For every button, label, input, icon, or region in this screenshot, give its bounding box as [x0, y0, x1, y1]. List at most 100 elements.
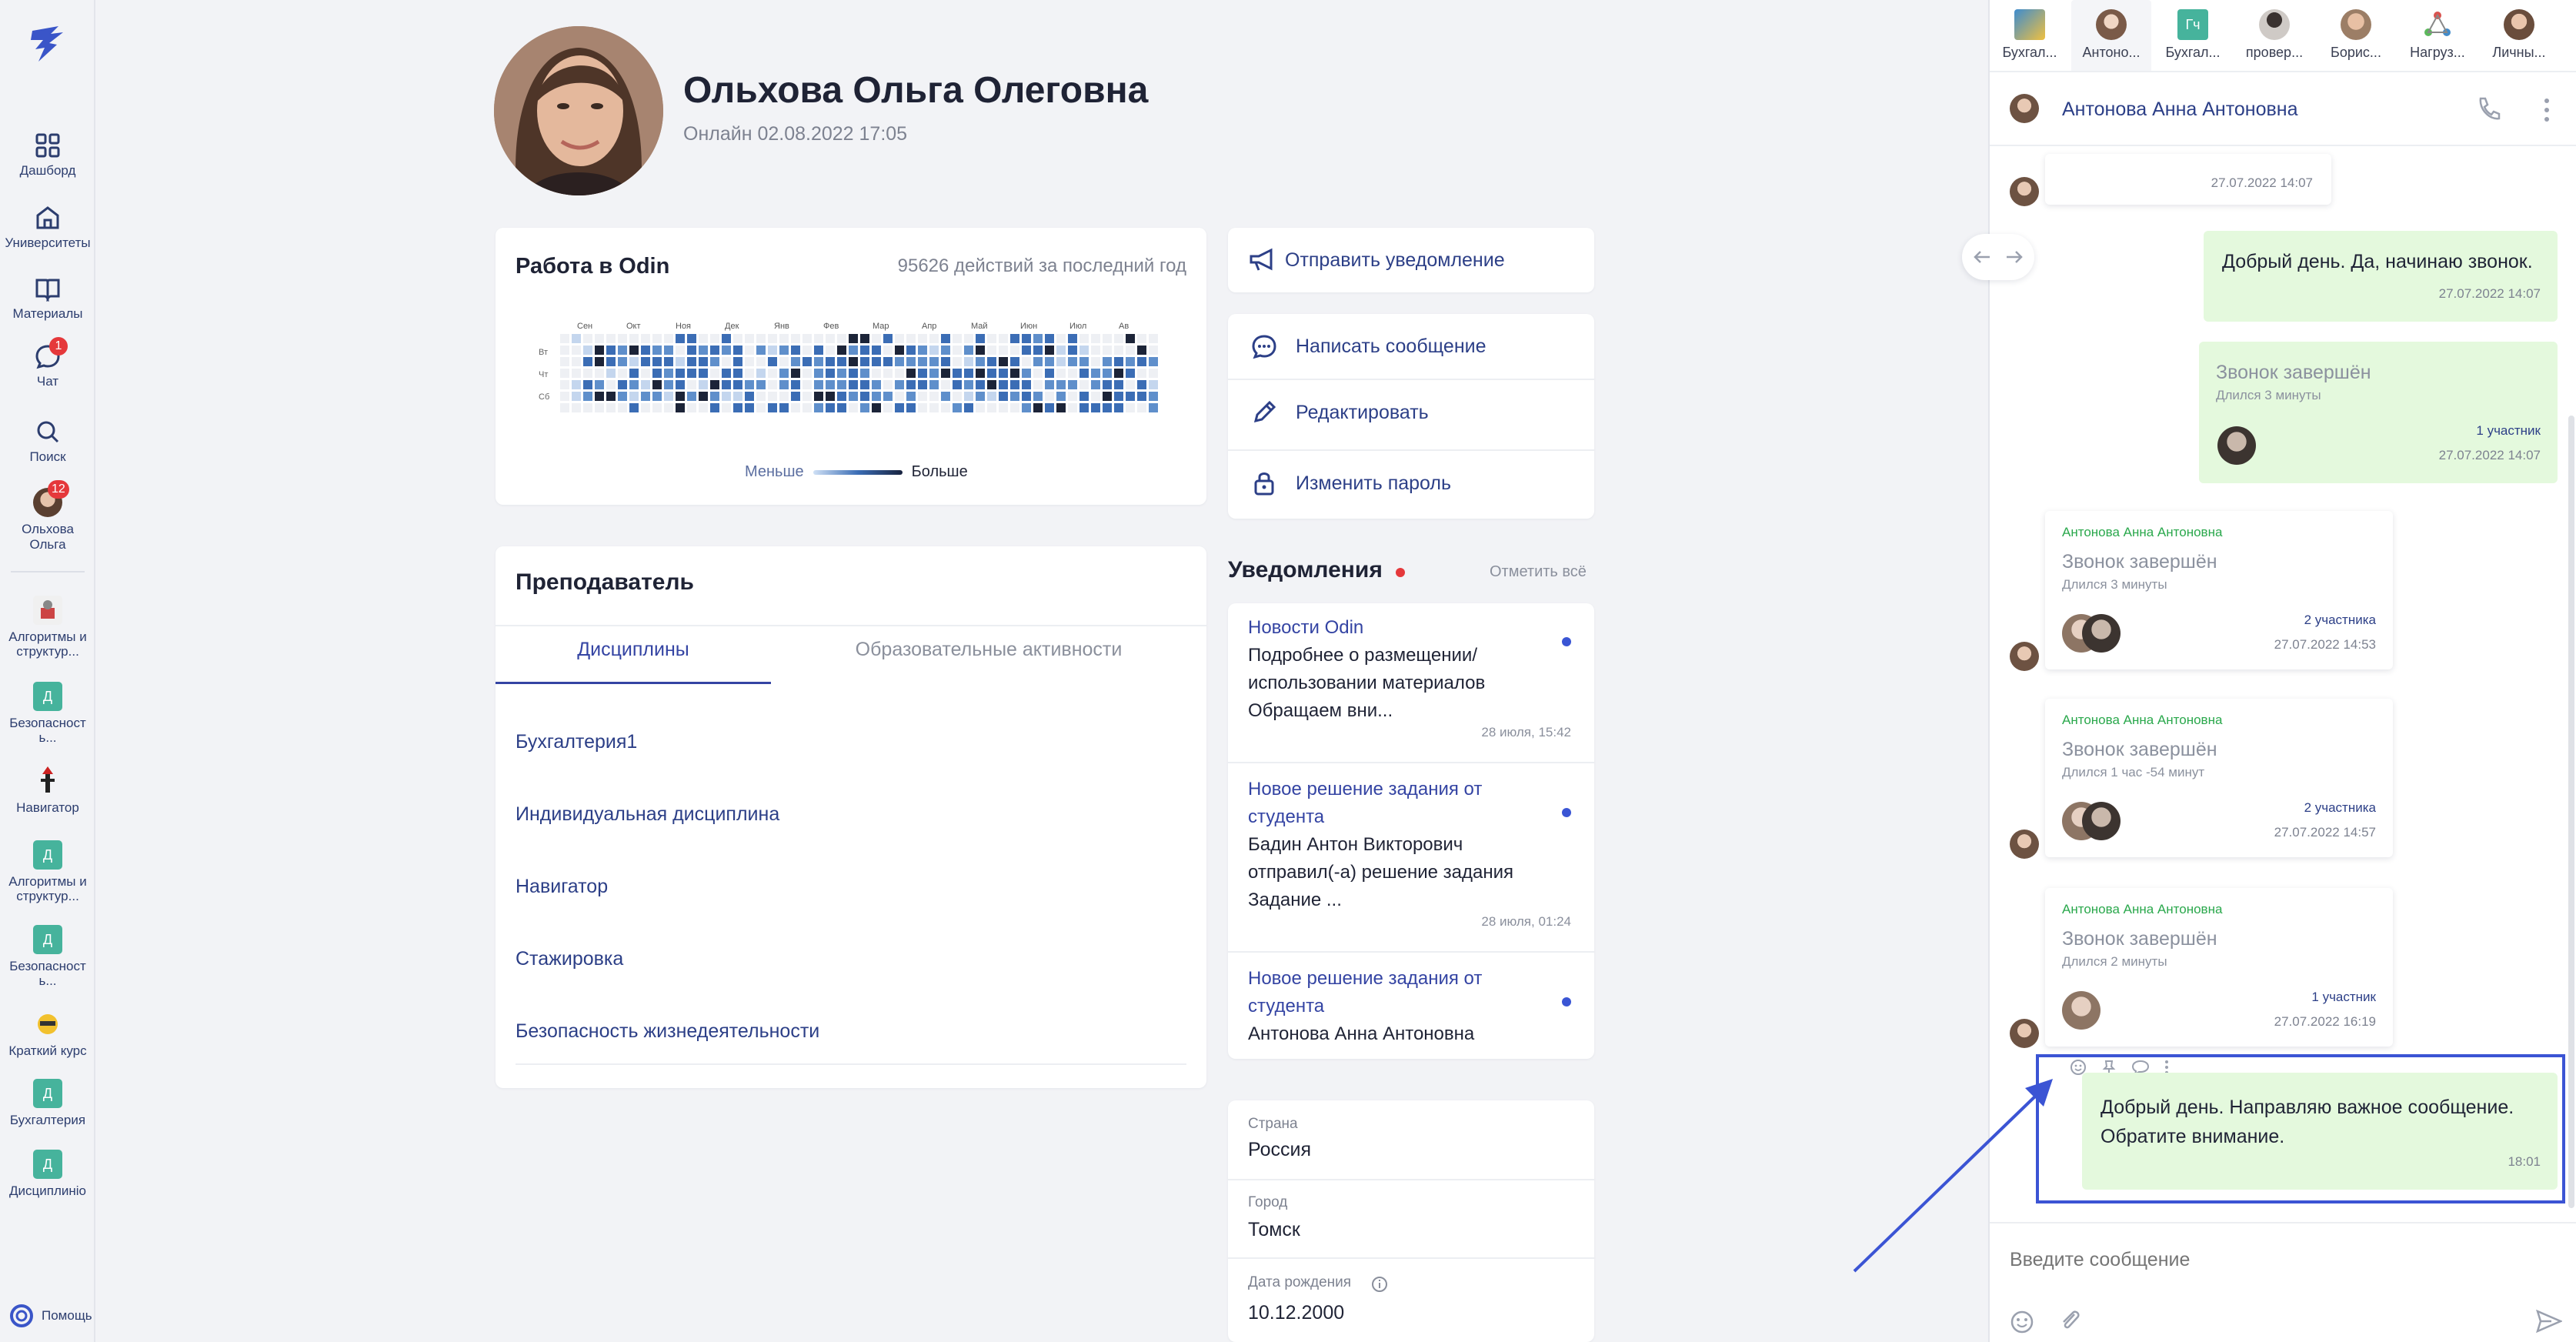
arrow-right-icon[interactable] [2005, 249, 2024, 265]
message-bubble[interactable]: Добрый день. Направляю важное сообщение.… [2082, 1073, 2558, 1190]
sidebar: Дашборд Университеты Материалы Чат 1 Пои… [0, 0, 95, 1342]
heatmap-cell [710, 346, 719, 355]
heatmap-cell [987, 346, 996, 355]
notification-time: 28 июля, 01:24 [1481, 914, 1571, 929]
heatmap-cell [987, 369, 996, 378]
chat-tab[interactable]: Гч Бухгал... [2153, 9, 2233, 61]
edit-button[interactable]: Редактировать [1228, 380, 1591, 445]
emoji-icon[interactable] [2010, 1310, 2034, 1334]
heatmap-cell [964, 334, 973, 343]
heatmap-cell [1091, 392, 1100, 401]
sidebar-item-chat[interactable]: Чат 1 [0, 337, 95, 389]
profile-actions-card: Написать сообщение Редактировать Изменит… [1228, 314, 1594, 519]
change-password-button[interactable]: Изменить пароль [1228, 451, 1591, 516]
heatmap-cell [814, 334, 823, 343]
heatmap-cell [802, 403, 812, 412]
chat-tab[interactable]: Нагруз... [2397, 9, 2478, 61]
logo-icon[interactable] [28, 23, 68, 66]
info-icon[interactable] [1371, 1276, 1388, 1293]
heatmap-cell [745, 369, 754, 378]
heatmap-cell [1149, 380, 1158, 389]
call-message[interactable]: Звонок завершён Длился 3 минуты 1 участн… [2199, 342, 2558, 483]
heatmap-cell [1091, 334, 1100, 343]
sidebar-course[interactable]: Д Дисциплинiо [0, 1150, 95, 1198]
heatmap-cell [1045, 334, 1054, 343]
sidebar-course[interactable]: Д Бухгалтерия [0, 1079, 95, 1127]
heatmap-cell [1010, 369, 1019, 378]
legend-gradient [813, 469, 903, 475]
notification-item[interactable]: Новости Odin Подробнее о размещении/ исп… [1228, 614, 1591, 740]
chat-scrollbar[interactable] [2568, 416, 2574, 1208]
sidebar-item-label: Ольга [29, 537, 66, 552]
tab-disciplines[interactable]: Дисциплины [496, 639, 771, 661]
sidebar-item-dashboard[interactable]: Дашборд [0, 132, 95, 179]
heatmap-cell [779, 357, 789, 366]
notification-item[interactable]: Новое решение задания от студента Бадин … [1228, 776, 1591, 930]
send-icon[interactable] [2536, 1310, 2562, 1333]
discipline-link[interactable]: Стажировка [516, 948, 623, 970]
phone-icon[interactable] [2474, 95, 2502, 123]
sidebar-item-search[interactable]: Поиск [0, 419, 95, 465]
divider [1228, 951, 1594, 953]
message-input[interactable] [2010, 1240, 2548, 1279]
heatmap-cell [756, 346, 766, 355]
sidebar-course[interactable]: Алгоритмы и структур... [0, 596, 95, 659]
heatmap-cell [664, 392, 673, 401]
chat-tab[interactable]: провер... [2234, 9, 2314, 61]
heatmap-cell [791, 334, 800, 343]
heatmap-cell [1103, 403, 1112, 412]
call-message[interactable]: Антонова Анна Антоновна Звонок завершён … [2045, 888, 2393, 1047]
sidebar-course[interactable]: Д Безопасност ь... [0, 925, 95, 988]
heatmap-cell [1126, 392, 1135, 401]
discipline-link[interactable]: Бухгалтерия1 [516, 731, 637, 753]
message-bubble[interactable]: Добрый день. Да, начинаю звонок. 27.07.2… [2204, 231, 2558, 322]
sidebar-item-materials[interactable]: Материалы [0, 275, 95, 322]
heatmap-cell [860, 392, 869, 401]
send-notification-button[interactable]: Отправить уведомление [1228, 228, 1591, 292]
heatmap-cell [849, 346, 858, 355]
sidebar-item-profile[interactable]: Ольхова Ольга 12 [0, 480, 95, 552]
sidebar-course[interactable]: Краткий курс [0, 1010, 95, 1058]
chat-tab[interactable]: Бухгал... [1990, 9, 2070, 61]
sidebar-course[interactable]: Навигатор [0, 766, 95, 815]
message-bubble[interactable]: 27.07.2022 14:07 [2045, 154, 2331, 205]
chat-tab-active[interactable]: Антоно... [2071, 0, 2151, 71]
tab-educational-activities[interactable]: Образовательные активности [771, 639, 1206, 661]
month-label: Июл [1069, 322, 1087, 331]
heatmap-cell [676, 334, 685, 343]
arrow-left-icon[interactable] [1973, 249, 1991, 265]
heatmap-cell [572, 357, 581, 366]
attach-icon[interactable] [2059, 1308, 2082, 1334]
contact-name[interactable]: Антонова Анна Антоновна [2062, 98, 2298, 121]
heatmap-cell [1022, 403, 1031, 412]
heatmap-cell [1068, 392, 1077, 401]
help-link[interactable]: Помощь [9, 1304, 92, 1328]
heatmap-cell [999, 403, 1008, 412]
call-message[interactable]: Антонова Анна Антоновна Звонок завершён … [2045, 511, 2393, 669]
call-message[interactable]: Антонова Анна Антоновна Звонок завершён … [2045, 699, 2393, 857]
notification-item[interactable]: Новое решение задания от студента Антоно… [1228, 965, 1591, 1048]
send-notification-card[interactable]: Отправить уведомление [1228, 228, 1594, 292]
notification-time: 28 июля, 15:42 [1481, 725, 1571, 739]
heatmap-cell [826, 334, 835, 343]
more-vertical-icon[interactable] [2542, 97, 2551, 123]
heatmap-cell [802, 357, 812, 366]
heatmap-cell [883, 334, 893, 343]
sidebar-item-universities[interactable]: Университеты [0, 205, 95, 251]
sidebar-course[interactable]: Д Безопасност ь... [0, 682, 95, 745]
month-label: Май [971, 322, 988, 331]
discipline-link[interactable]: Индивидуальная дисциплина [516, 803, 779, 826]
heatmap-cell [826, 369, 835, 378]
chat-tab[interactable]: Личны... [2479, 9, 2559, 61]
sidebar-course[interactable]: Д Алгоритмы и структур... [0, 840, 95, 903]
activity-card: Работа в Odin 95626 действий за последни… [496, 228, 1206, 505]
discipline-link[interactable]: Безопасность жизнедеятельности [516, 1020, 819, 1043]
chat-tab[interactable]: Борис... [2316, 9, 2396, 61]
heatmap-cell [906, 357, 916, 366]
heatmap-cell [987, 380, 996, 389]
heatmap-cell [976, 392, 985, 401]
mark-all-read-button[interactable]: Отметить всё [1490, 563, 1587, 581]
write-message-button[interactable]: Написать сообщение [1228, 314, 1591, 379]
discipline-link[interactable]: Навигатор [516, 876, 608, 898]
heatmap-cell [1103, 392, 1112, 401]
